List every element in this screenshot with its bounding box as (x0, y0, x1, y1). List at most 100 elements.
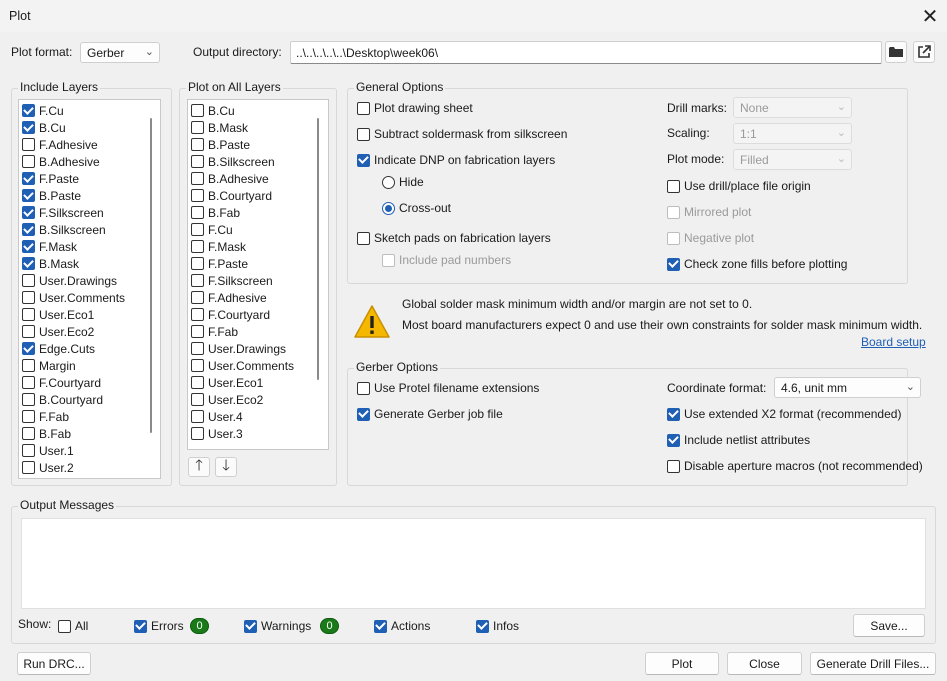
layer-checkbox[interactable] (191, 155, 204, 168)
subtract-soldermask-checkbox[interactable] (357, 127, 370, 141)
layer-list-item[interactable]: F.Courtyard (22, 374, 101, 391)
generate-drill-files-button[interactable]: Generate Drill Files... (810, 652, 936, 675)
layer-list-item[interactable]: F.Paste (22, 170, 79, 187)
layer-list-item[interactable]: B.Cu (22, 119, 66, 136)
browse-folder-button[interactable] (885, 41, 907, 63)
layer-list-item[interactable]: User.Eco2 (191, 391, 263, 408)
mirrored-plot-checkbox[interactable] (667, 205, 680, 219)
filter-infos-option[interactable]: Infos (476, 617, 519, 635)
layer-checkbox[interactable] (22, 393, 35, 406)
open-folder-button[interactable] (913, 41, 935, 63)
layer-list-item[interactable]: B.Silkscreen (22, 221, 106, 238)
layer-checkbox[interactable] (191, 172, 204, 185)
plot-all-layers-scrollbar[interactable] (313, 101, 323, 448)
layer-checkbox[interactable] (22, 223, 35, 236)
layer-checkbox[interactable] (22, 359, 35, 372)
layer-checkbox[interactable] (22, 427, 35, 440)
use-drill-origin-option[interactable]: Use drill/place file origin (667, 177, 811, 195)
layer-checkbox[interactable] (22, 444, 35, 457)
move-up-button[interactable]: 🡑 (188, 457, 210, 477)
filter-actions-checkbox[interactable] (374, 619, 387, 633)
move-down-button[interactable]: 🡓 (215, 457, 237, 477)
scroll-thumb[interactable] (150, 118, 152, 433)
layer-checkbox[interactable] (22, 291, 35, 304)
layer-checkbox[interactable] (22, 274, 35, 287)
plot-drawing-sheet-option[interactable]: Plot drawing sheet (357, 99, 473, 117)
layer-list-item[interactable]: User.Comments (22, 289, 125, 306)
close-icon[interactable]: ✕ (916, 2, 944, 30)
plot-button[interactable]: Plot (645, 652, 719, 675)
layer-list-item[interactable]: B.Adhesive (22, 153, 100, 170)
negative-plot-checkbox[interactable] (667, 231, 680, 245)
layer-checkbox[interactable] (191, 206, 204, 219)
indicate-dnp-checkbox[interactable] (357, 153, 370, 167)
plot-drawing-sheet-checkbox[interactable] (357, 101, 370, 115)
layer-list-item[interactable]: User.2 (22, 459, 74, 476)
plot-mode-select[interactable]: Filled ⌄ (733, 149, 852, 170)
layer-checkbox[interactable] (22, 325, 35, 338)
layer-list-item[interactable]: User.Eco1 (22, 306, 94, 323)
layer-list-item[interactable]: B.Courtyard (191, 187, 272, 204)
layer-checkbox[interactable] (22, 104, 35, 117)
check-zone-fills-option[interactable]: Check zone fills before plotting (667, 255, 847, 273)
netlist-attributes-checkbox[interactable] (667, 433, 680, 447)
layer-checkbox[interactable] (191, 240, 204, 253)
layer-list-item[interactable]: B.Mask (191, 119, 248, 136)
netlist-attributes-option[interactable]: Include netlist attributes (667, 431, 810, 449)
filter-all-checkbox[interactable] (58, 619, 71, 633)
include-layers-scrollbar[interactable] (146, 101, 156, 477)
layer-list-item[interactable]: B.Paste (22, 187, 81, 204)
layer-list-item[interactable]: F.Fab (22, 408, 69, 425)
include-pad-numbers-option[interactable]: Include pad numbers (382, 251, 511, 269)
layer-list-item[interactable]: B.Fab (22, 425, 71, 442)
layer-checkbox[interactable] (191, 427, 204, 440)
layer-list-item[interactable]: Edge.Cuts (22, 340, 95, 357)
layer-checkbox[interactable] (22, 240, 35, 253)
layer-checkbox[interactable] (22, 410, 35, 423)
run-drc-button[interactable]: Run DRC... (17, 652, 91, 675)
protel-extensions-checkbox[interactable] (357, 381, 370, 395)
dnp-hide-radio[interactable] (382, 175, 395, 189)
output-dir-input[interactable]: ..\..\..\..\..\Desktop\week06\ (290, 41, 882, 64)
layer-list-item[interactable]: F.Courtyard (191, 306, 270, 323)
protel-extensions-option[interactable]: Use Protel filename extensions (357, 379, 539, 397)
layer-list-item[interactable]: B.Courtyard (22, 391, 103, 408)
layer-checkbox[interactable] (22, 155, 35, 168)
save-button[interactable]: Save... (853, 614, 925, 637)
layer-list-item[interactable]: User.Eco1 (191, 374, 263, 391)
layer-checkbox[interactable] (191, 393, 204, 406)
plot-format-select[interactable]: Gerber ⌄ (80, 42, 160, 63)
drill-marks-select[interactable]: None ⌄ (733, 97, 852, 118)
layer-checkbox[interactable] (191, 410, 204, 423)
layer-checkbox[interactable] (191, 121, 204, 134)
layer-list-item[interactable]: B.Adhesive (191, 170, 269, 187)
output-messages-area[interactable] (21, 518, 926, 609)
use-drill-origin-checkbox[interactable] (667, 179, 680, 193)
dnp-crossout-radio[interactable] (382, 201, 395, 215)
layer-checkbox[interactable] (22, 461, 35, 474)
layer-checkbox[interactable] (22, 121, 35, 134)
dnp-crossout-option[interactable]: Cross-out (382, 199, 451, 217)
layer-list-item[interactable]: F.Adhesive (22, 136, 98, 153)
gerber-job-file-checkbox[interactable] (357, 407, 370, 421)
layer-checkbox[interactable] (22, 189, 35, 202)
layer-checkbox[interactable] (22, 206, 35, 219)
scaling-select[interactable]: 1:1 ⌄ (733, 123, 852, 144)
layer-list-item[interactable]: B.Paste (191, 136, 250, 153)
layer-checkbox[interactable] (191, 291, 204, 304)
aperture-macros-checkbox[interactable] (667, 459, 680, 473)
include-layers-list[interactable]: F.Cu B.Cu F.Adhesive B.Adhesive F.Paste B.Pas… (18, 99, 161, 479)
sketch-pads-checkbox[interactable] (357, 231, 370, 245)
filter-errors-option[interactable]: Errors (134, 617, 184, 635)
layer-checkbox[interactable] (191, 138, 204, 151)
layer-list-item[interactable]: F.Mask (191, 238, 246, 255)
board-setup-link[interactable]: Board setup (861, 335, 926, 349)
subtract-soldermask-option[interactable]: Subtract soldermask from silkscreen (357, 125, 567, 143)
layer-list-item[interactable]: F.Cu (22, 102, 64, 119)
x2-format-checkbox[interactable] (667, 407, 680, 421)
layer-list-item[interactable]: F.Mask (22, 238, 77, 255)
layer-list-item[interactable]: Margin (22, 357, 76, 374)
layer-list-item[interactable]: User.Drawings (22, 272, 117, 289)
aperture-macros-option[interactable]: Disable aperture macros (not recommended… (667, 457, 923, 475)
filter-warnings-option[interactable]: Warnings (244, 617, 311, 635)
